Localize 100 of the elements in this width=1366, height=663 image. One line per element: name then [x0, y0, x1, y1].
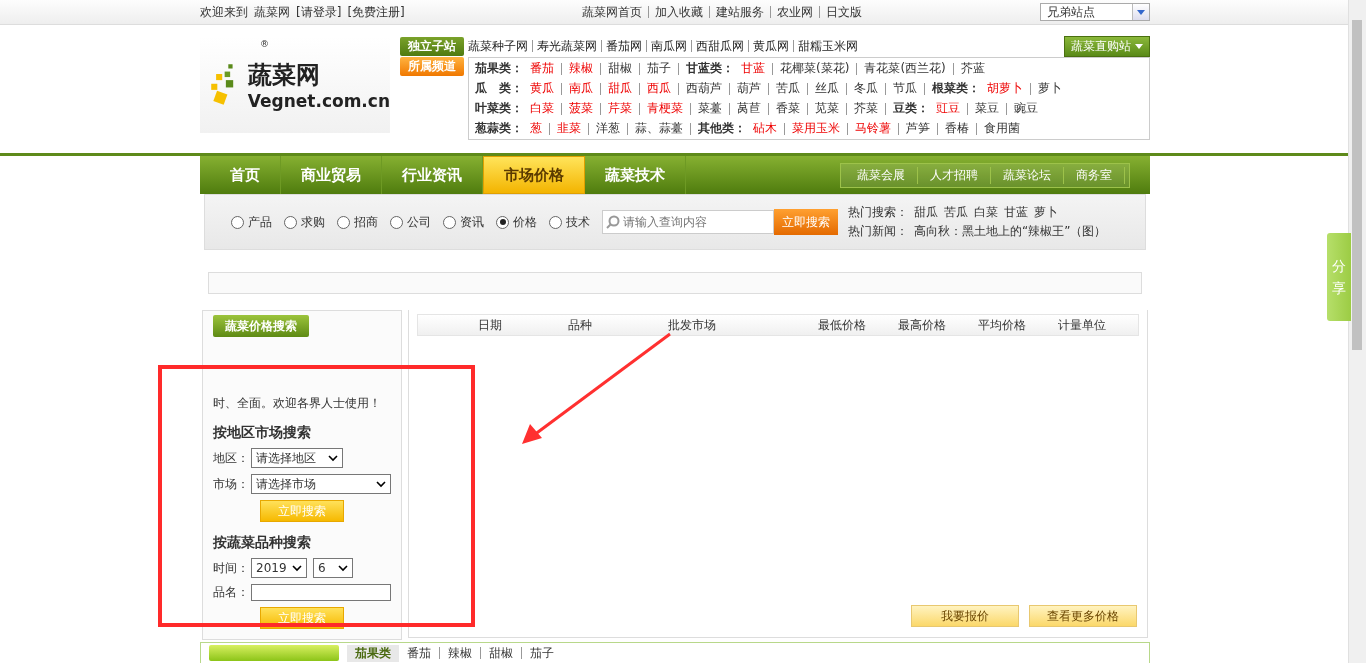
vegetable-link[interactable]: 甘蓝 [741, 60, 765, 77]
column-header: 品种 [568, 316, 593, 334]
month-dropdown[interactable]: 6 [313, 558, 353, 578]
nav-tab[interactable]: 市场价格 [483, 156, 585, 194]
sub-site-link[interactable]: 西甜瓜网 [696, 37, 744, 55]
vegetable-link[interactable]: 白菜 [530, 100, 554, 117]
field-label: 市场： [213, 475, 249, 493]
vegetable-link[interactable]: 茄子 [647, 60, 671, 77]
hot-search-link[interactable]: 苦瓜 [944, 204, 968, 221]
hot-news-link[interactable]: 高向秋：黑土地上的“辣椒王”（图） [914, 223, 1107, 240]
sub-site-link[interactable]: 黄瓜网 [753, 37, 789, 55]
register-link[interactable]: [免费注册] [347, 3, 405, 21]
sub-site-link[interactable]: 甜糯玉米网 [798, 37, 858, 55]
vegetable-link[interactable]: 香椿 [945, 120, 969, 137]
vegetable-link[interactable]: 冬瓜 [854, 80, 878, 97]
vegetable-link[interactable]: 食用菌 [984, 120, 1020, 137]
vegetable-link[interactable]: 节瓜 [893, 80, 917, 97]
strip-link[interactable]: 番茄 [407, 644, 431, 662]
vegetable-link[interactable]: 芥菜 [854, 100, 878, 117]
dropdown[interactable]: 请选择地区 [251, 448, 343, 468]
search-field[interactable]: 请输入查询内容 [602, 210, 774, 234]
strip-link[interactable]: 辣椒 [448, 644, 472, 662]
site-logo[interactable]: ® 蔬菜网 Vegnet.com.cn [200, 37, 390, 133]
top-link[interactable]: 加入收藏 [655, 3, 704, 21]
sub-site-link[interactable]: 南瓜网 [651, 37, 687, 55]
top-link[interactable]: 农业网 [777, 3, 814, 21]
hot-search-link[interactable]: 萝卜 [1034, 204, 1058, 221]
vegetable-link[interactable]: 丝瓜 [815, 80, 839, 97]
vegetable-link[interactable]: 芹菜 [608, 100, 632, 117]
vegetable-link[interactable]: 韭菜 [557, 120, 581, 137]
radio-button[interactable] [496, 215, 509, 229]
vegetable-link[interactable]: 萝卜 [1038, 80, 1062, 97]
vegetable-link[interactable]: 香菜 [776, 100, 800, 117]
vegetable-link[interactable]: 花椰菜(菜花) [780, 60, 850, 77]
action-button[interactable]: 查看更多价格 [1029, 605, 1137, 627]
category-name: 瓜 类： [475, 80, 523, 97]
vegetable-link[interactable]: 洋葱 [596, 120, 620, 137]
vegetable-link[interactable]: 豌豆 [1014, 100, 1038, 117]
column-header: 平均价格 [978, 316, 1027, 334]
hot-search-link[interactable]: 甜瓜 [914, 204, 938, 221]
vegetable-link[interactable]: 甜瓜 [608, 80, 632, 97]
vegetable-link[interactable]: 砧木 [753, 120, 777, 137]
vegetable-link[interactable]: 葫芦 [737, 80, 761, 97]
vegetable-link[interactable]: 芥蓝 [960, 60, 985, 77]
caret-icon [376, 480, 386, 488]
intro-text: 时、全面。欢迎各界人士使用！ [213, 395, 382, 412]
vegetable-link[interactable]: 苦瓜 [776, 80, 800, 97]
vegetable-link[interactable]: 胡萝卜 [987, 80, 1023, 97]
vegetable-link[interactable]: 豇豆 [936, 100, 960, 117]
sister-sites-select[interactable]: 兄弟站点 [1040, 3, 1150, 21]
sub-site-link[interactable]: 寿光蔬菜网 [537, 37, 597, 55]
vegetable-link[interactable]: 南瓜 [569, 80, 593, 97]
radio-button[interactable] [337, 215, 350, 229]
vegetable-link[interactable]: 辣椒 [569, 60, 593, 77]
vegetable-link[interactable]: 苋菜 [815, 100, 839, 117]
dropdown[interactable]: 请选择市场 [251, 474, 391, 494]
vegetable-link[interactable]: 菜用玉米 [792, 120, 840, 137]
radio-button[interactable] [390, 215, 403, 229]
hot-search-link[interactable]: 甘蓝 [1004, 204, 1028, 221]
name-input[interactable] [251, 584, 391, 601]
radio-label: 招商 [354, 213, 378, 231]
logo-domain: Vegnet.com.cn [247, 91, 390, 111]
radio-label: 价格 [513, 213, 537, 231]
action-button[interactable]: 我要报价 [911, 605, 1019, 627]
scrollbar[interactable] [1348, 0, 1366, 663]
section-title: 按地区市场搜索 [213, 424, 312, 442]
vegetable-link[interactable]: 青花菜(西兰花) [864, 60, 946, 77]
vegetable-link[interactable]: 菜薹 [698, 100, 722, 117]
field-label: 时间： [213, 559, 249, 577]
vegetable-link[interactable]: 西葫芦 [686, 80, 722, 97]
vegetable-link[interactable]: 蒜、蒜薹 [635, 120, 683, 137]
radio-button[interactable] [231, 215, 244, 229]
radio-button[interactable] [549, 215, 562, 229]
vegetable-link[interactable]: 葱 [530, 120, 542, 137]
hot-search-link[interactable]: 白菜 [974, 204, 998, 221]
caret-icon [328, 454, 338, 462]
vegetable-link[interactable]: 番茄 [530, 60, 554, 77]
vegetable-link[interactable]: 甜椒 [608, 60, 632, 77]
sub-site-link[interactable]: 番茄网 [606, 37, 642, 55]
sub-sites-label: 独立子站 [400, 36, 464, 56]
vegetable-link[interactable]: 黄瓜 [530, 80, 554, 97]
year-dropdown[interactable]: 2019 [251, 558, 307, 578]
caret-icon [338, 564, 348, 572]
radio-button[interactable] [284, 215, 297, 229]
top-link[interactable]: 蔬菜网首页 [582, 3, 643, 21]
vegetable-link[interactable]: 莴苣 [737, 100, 761, 117]
vegetable-link[interactable]: 青梗菜 [647, 100, 683, 117]
vegetable-link[interactable]: 芦笋 [906, 120, 930, 137]
strip-link[interactable]: 甜椒 [489, 644, 513, 662]
top-link[interactable]: 日文版 [826, 3, 863, 21]
strip-link[interactable]: 茄子 [530, 644, 554, 662]
login-link[interactable]: [请登录] [296, 3, 342, 21]
radio-button[interactable] [443, 215, 456, 229]
vegetable-link[interactable]: 西瓜 [647, 80, 671, 97]
vegetable-link[interactable]: 马铃薯 [855, 120, 891, 137]
vegetable-link[interactable]: 菜豆 [975, 100, 999, 117]
site-link[interactable]: 蔬菜网 [254, 3, 290, 21]
top-link[interactable]: 建站服务 [716, 3, 765, 21]
sub-site-link[interactable]: 蔬菜种子网 [468, 37, 528, 55]
vegetable-link[interactable]: 菠菜 [569, 100, 593, 117]
